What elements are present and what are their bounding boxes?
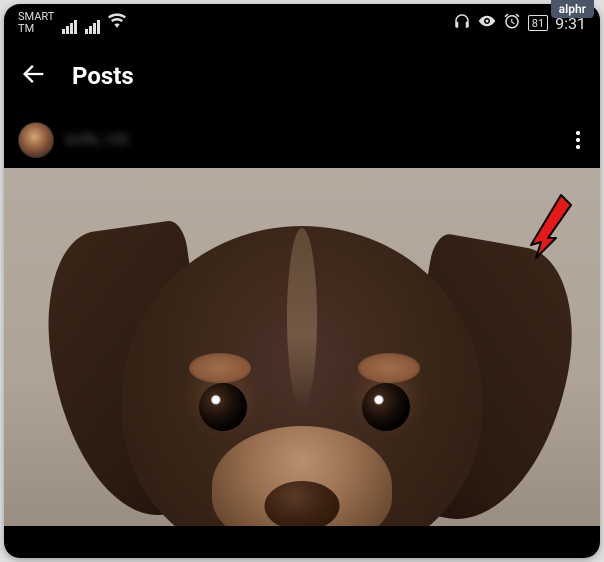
page-title: Posts xyxy=(72,62,134,90)
signal-icon xyxy=(62,20,77,34)
alarm-icon xyxy=(503,12,521,34)
battery-indicator: 81 xyxy=(528,15,548,31)
avatar[interactable] xyxy=(18,122,54,158)
signal-icon xyxy=(85,20,100,34)
eye-icon xyxy=(478,12,496,34)
brand-badge: alphr xyxy=(551,0,594,18)
more-vertical-icon xyxy=(576,131,580,149)
wifi-icon xyxy=(108,12,126,34)
status-left: SMART TM xyxy=(18,11,126,35)
username[interactable]: koffe_145 xyxy=(66,132,128,148)
dog-photo xyxy=(4,168,600,526)
back-arrow-icon xyxy=(20,60,48,88)
post-author-row: koffe_145 xyxy=(4,112,600,168)
status-bar: SMART TM xyxy=(4,4,600,42)
post-image[interactable] xyxy=(4,168,600,526)
app-header: Posts xyxy=(4,42,600,112)
more-options-button[interactable] xyxy=(570,123,586,157)
back-button[interactable] xyxy=(20,60,48,92)
signal-cluster xyxy=(62,12,126,34)
battery-level: 81 xyxy=(532,17,544,30)
headphones-icon xyxy=(453,12,471,34)
author-left[interactable]: koffe_145 xyxy=(18,122,128,158)
device-frame: SMART TM xyxy=(4,4,600,558)
carrier-label: SMART TM xyxy=(18,11,54,35)
